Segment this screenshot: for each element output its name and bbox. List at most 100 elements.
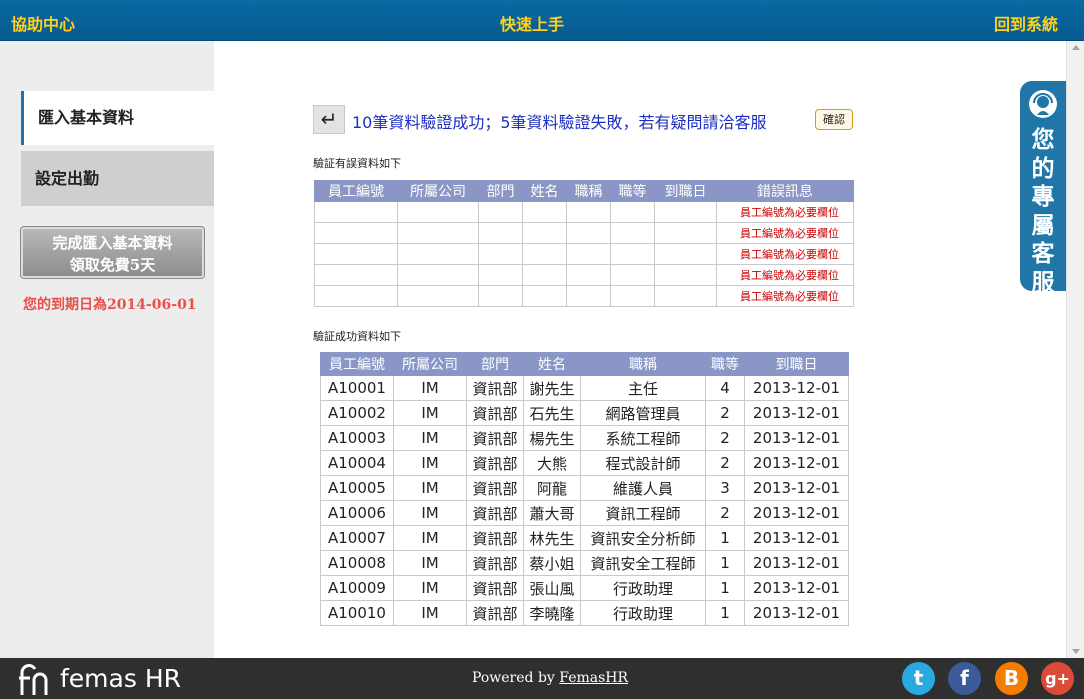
table-cell: 員工編號為必要欄位 bbox=[716, 285, 854, 307]
table-cell bbox=[478, 243, 523, 265]
validation-message: 10筆資料驗證成功；5筆資料驗證失敗，若有疑問請洽客服 bbox=[352, 113, 767, 132]
table-cell bbox=[397, 264, 479, 286]
table-cell: A10001 bbox=[320, 375, 394, 401]
vertical-scrollbar[interactable] bbox=[1066, 41, 1084, 658]
femashr-link[interactable]: FemasHR bbox=[559, 670, 628, 686]
table-cell: 行政助理 bbox=[580, 575, 706, 601]
table-cell: 員工編號為必要欄位 bbox=[716, 264, 854, 286]
table-cell: 2013-12-01 bbox=[744, 575, 849, 601]
table-cell: 2013-12-01 bbox=[744, 475, 849, 501]
scroll-up-arrow-icon[interactable] bbox=[1072, 45, 1080, 50]
table-cell: 2013-12-01 bbox=[744, 425, 849, 451]
table-cell: 行政助理 bbox=[580, 600, 706, 626]
success-col-grade: 職等 bbox=[705, 352, 745, 376]
success-table-row: A10001 IM 資訊部 謝先生 主任 4 2013-12-01 bbox=[320, 375, 849, 401]
table-cell: 資訊部 bbox=[466, 550, 524, 576]
table-cell bbox=[478, 222, 523, 244]
customer-service-tab[interactable]: 您 的 專 屬 客 服 bbox=[1020, 81, 1066, 296]
table-cell: 2 bbox=[705, 500, 745, 526]
table-cell: 3 bbox=[705, 475, 745, 501]
table-cell bbox=[610, 285, 655, 307]
powered-by-label: Powered by bbox=[472, 670, 560, 686]
back-button[interactable]: ↵ bbox=[313, 105, 345, 134]
table-cell bbox=[397, 222, 479, 244]
table-cell: 資訊安全分析師 bbox=[580, 525, 706, 551]
back-arrow-icon: ↵ bbox=[320, 107, 338, 131]
success-table-row: A10002 IM 資訊部 石先生 網路管理員 2 2013-12-01 bbox=[320, 400, 849, 426]
table-cell: IM bbox=[393, 550, 467, 576]
table-cell bbox=[478, 285, 523, 307]
table-cell bbox=[522, 285, 567, 307]
table-cell: 資訊部 bbox=[466, 450, 524, 476]
customer-service-text: 您 的 專 屬 客 服 bbox=[1031, 127, 1055, 296]
table-cell bbox=[566, 285, 611, 307]
error-table-header-row: 員工編號 所屬公司 部門 姓名 職稱 職等 到職日 錯誤訊息 bbox=[314, 180, 854, 202]
confirm-button[interactable]: 確認 bbox=[815, 109, 853, 130]
table-cell bbox=[314, 285, 398, 307]
table-cell: 2013-12-01 bbox=[744, 525, 849, 551]
error-table-row: 員工編號為必要欄位 bbox=[314, 285, 854, 307]
table-cell: 1 bbox=[705, 575, 745, 601]
table-cell: 員工編號為必要欄位 bbox=[716, 243, 854, 265]
table-cell: 2013-12-01 bbox=[744, 450, 849, 476]
table-cell: 2013-12-01 bbox=[744, 600, 849, 626]
table-cell bbox=[478, 201, 523, 223]
sidebar-item-attendance-settings[interactable]: 設定出勤 bbox=[21, 151, 214, 206]
table-cell: 1 bbox=[705, 525, 745, 551]
table-cell bbox=[654, 201, 717, 223]
table-cell: 程式設計師 bbox=[580, 450, 706, 476]
table-cell: 蕭大哥 bbox=[523, 500, 581, 526]
table-cell bbox=[314, 201, 398, 223]
table-cell: IM bbox=[393, 450, 467, 476]
table-cell: 謝先生 bbox=[523, 375, 581, 401]
error-col-hire-date: 到職日 bbox=[654, 180, 717, 202]
table-cell: 資訊部 bbox=[466, 600, 524, 626]
table-cell: 2013-12-01 bbox=[744, 550, 849, 576]
table-cell bbox=[610, 243, 655, 265]
table-cell: A10008 bbox=[320, 550, 394, 576]
table-cell: 2 bbox=[705, 400, 745, 426]
table-cell bbox=[654, 264, 717, 286]
table-cell: 2 bbox=[705, 425, 745, 451]
table-cell bbox=[314, 264, 398, 286]
table-cell: 阿龍 bbox=[523, 475, 581, 501]
table-cell: 2013-12-01 bbox=[744, 400, 849, 426]
error-col-error-message: 錯誤訊息 bbox=[716, 180, 854, 202]
table-cell: A10006 bbox=[320, 500, 394, 526]
blogger-icon[interactable]: B bbox=[995, 662, 1028, 695]
table-cell bbox=[522, 243, 567, 265]
complete-import-button-line1: 完成匯入基本資料 bbox=[52, 234, 173, 252]
table-cell: A10009 bbox=[320, 575, 394, 601]
error-table: 員工編號 所屬公司 部門 姓名 職稱 職等 到職日 錯誤訊息 員工編號為必要欄位… bbox=[314, 180, 854, 307]
facebook-icon[interactable]: f bbox=[948, 662, 981, 695]
error-section-label: 驗証有誤資料如下 bbox=[313, 157, 401, 170]
error-col-title: 職稱 bbox=[566, 180, 611, 202]
table-cell: 系統工程師 bbox=[580, 425, 706, 451]
complete-import-button-line2: 領取免費5天 bbox=[69, 256, 156, 274]
help-center-link[interactable]: 協助中心 bbox=[11, 11, 75, 35]
table-cell bbox=[566, 264, 611, 286]
sidebar-item-import-basic-data[interactable]: 匯入基本資料 bbox=[21, 91, 214, 145]
google-plus-icon[interactable]: g+ bbox=[1041, 662, 1074, 695]
femas-logo-mark-icon bbox=[19, 664, 48, 695]
table-cell: 資訊工程師 bbox=[580, 500, 706, 526]
table-cell: 資訊部 bbox=[466, 475, 524, 501]
table-cell bbox=[522, 201, 567, 223]
table-cell: 楊先生 bbox=[523, 425, 581, 451]
success-section-label: 驗証成功資料如下 bbox=[313, 330, 401, 343]
scroll-down-arrow-icon[interactable] bbox=[1072, 649, 1080, 654]
table-cell: IM bbox=[393, 425, 467, 451]
complete-import-button[interactable]: 完成匯入基本資料 領取免費5天 bbox=[20, 226, 205, 279]
table-cell bbox=[654, 222, 717, 244]
twitter-icon[interactable]: t bbox=[902, 662, 935, 695]
table-cell: 蔡小姐 bbox=[523, 550, 581, 576]
error-col-employee-id: 員工編號 bbox=[314, 180, 398, 202]
table-cell: 資訊安全工程師 bbox=[580, 550, 706, 576]
table-cell: IM bbox=[393, 475, 467, 501]
table-cell: 員工編號為必要欄位 bbox=[716, 222, 854, 244]
table-cell: A10010 bbox=[320, 600, 394, 626]
back-to-system-link[interactable]: 回到系統 bbox=[994, 11, 1058, 35]
quick-start-link[interactable]: 快速上手 bbox=[500, 11, 564, 35]
success-table: 員工編號 所屬公司 部門 姓名 職稱 職等 到職日 A10001 IM 資訊部 謝先生… bbox=[320, 352, 849, 626]
table-cell bbox=[397, 243, 479, 265]
